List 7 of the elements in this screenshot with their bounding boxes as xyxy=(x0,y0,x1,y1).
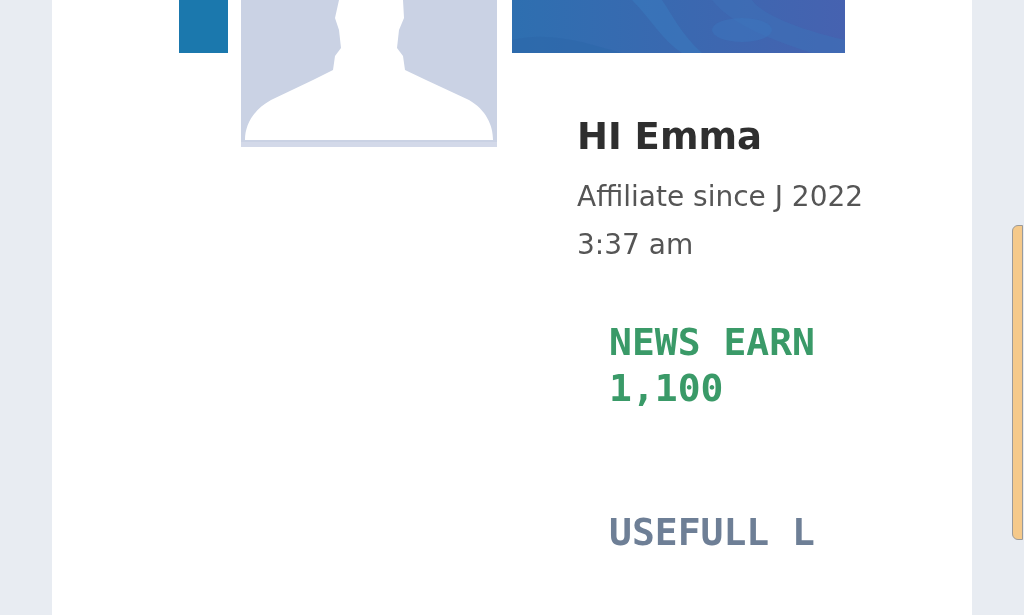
cover-strip xyxy=(179,0,228,53)
earnings-label: NEWS EARN xyxy=(609,319,815,365)
section-heading: USEFULL L xyxy=(608,509,816,555)
greeting-heading: HI Emma xyxy=(577,114,763,160)
scrollbar-thumb[interactable] xyxy=(1012,225,1023,540)
earnings-value: 1,100 xyxy=(609,365,724,411)
affiliate-since-text: Affiliate since J 2022 3:37 am xyxy=(577,179,865,263)
